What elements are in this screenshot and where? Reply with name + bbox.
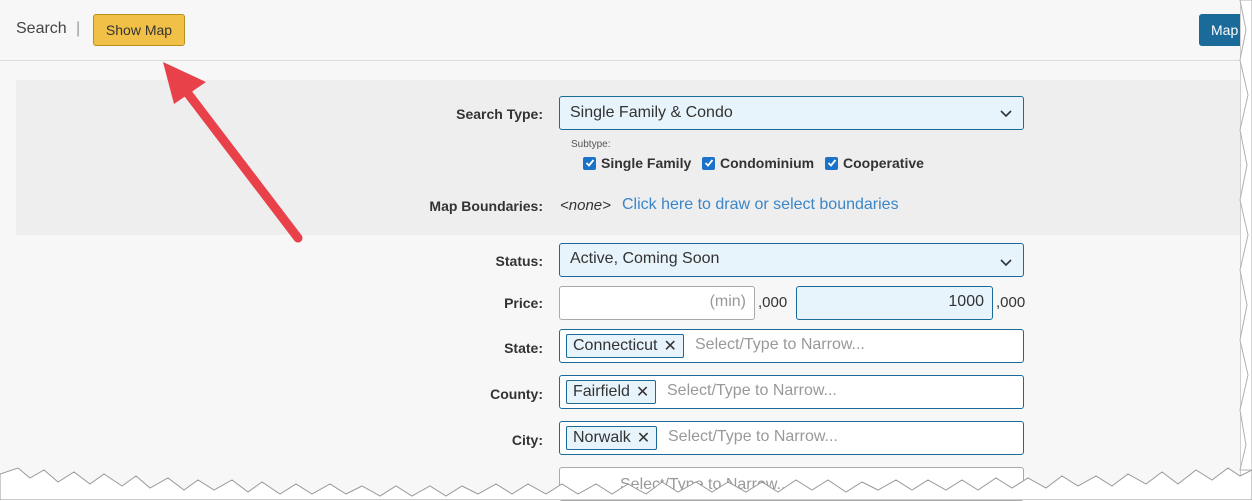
city-placeholder: Select/Type to Narrow... [668, 428, 838, 445]
checkbox-label: Single Family [601, 155, 692, 171]
remove-chip-icon[interactable]: ✕ [637, 428, 650, 448]
chevron-down-icon [1000, 259, 1012, 267]
remove-chip-icon[interactable]: ✕ [636, 382, 649, 402]
state-placeholder: Select/Type to Narrow... [695, 336, 865, 353]
checkbox-single-family[interactable]: Single Family [583, 155, 691, 171]
chip-label: Fairfield [573, 383, 630, 400]
next-placeholder: Select/Type to Narrow... [620, 476, 790, 493]
checkbox-condominium[interactable]: Condominium [702, 155, 814, 171]
map-button[interactable]: Map [1199, 14, 1240, 46]
separator: | [76, 20, 81, 37]
subtype-label: Subtype: [571, 139, 611, 150]
city-multiselect[interactable]: Norwalk ✕ Select/Type to Narrow... [559, 421, 1024, 455]
state-multiselect[interactable]: Connecticut ✕ Select/Type to Narrow... [559, 329, 1024, 363]
checkbox-label: Condominium [720, 155, 815, 171]
search-tab[interactable]: Search [16, 20, 67, 38]
county-chip: Fairfield ✕ [566, 380, 657, 404]
price-min-input[interactable]: (min) [559, 286, 755, 320]
chip-label: Norwalk [573, 429, 631, 446]
chevron-down-icon [1000, 110, 1012, 118]
remove-chip-icon[interactable]: ✕ [664, 336, 677, 356]
map-boundaries-value: <none> [560, 197, 611, 214]
checkbox-label: Cooperative [843, 155, 924, 171]
price-min-placeholder: (min) [709, 293, 746, 310]
checkmark-icon [825, 156, 838, 170]
map-boundaries-label: Map Boundaries: [429, 198, 543, 214]
price-max-unit: ,000 [996, 294, 1026, 311]
price-max-input[interactable]: 1000 [796, 286, 993, 320]
next-multiselect[interactable]: Select/Type to Narrow... [559, 467, 1024, 501]
city-label: City: [511, 432, 543, 448]
chip-label: Connecticut [573, 337, 658, 354]
county-placeholder: Select/Type to Narrow... [667, 382, 837, 399]
search-type-value: Single Family & Condo [570, 104, 733, 121]
price-min-unit: ,000 [758, 294, 788, 311]
search-page: Search | Show Map Map Search Type: Singl… [0, 0, 1241, 501]
search-type-label: Search Type: [456, 106, 543, 122]
draw-boundaries-link[interactable]: Click here to draw or select boundaries [622, 196, 899, 214]
price-max-value: 1000 [948, 293, 984, 310]
state-chip: Connecticut ✕ [566, 334, 684, 358]
price-label: Price: [504, 295, 543, 311]
top-bar: Search | Show Map Map [0, 0, 1240, 61]
checkmark-icon [702, 156, 715, 170]
show-map-button[interactable]: Show Map [93, 14, 185, 46]
county-label: County: [490, 386, 543, 402]
checkbox-cooperative[interactable]: Cooperative [825, 155, 924, 171]
city-chip: Norwalk ✕ [566, 426, 658, 450]
checkmark-icon [583, 156, 596, 170]
status-select[interactable]: Active, Coming Soon [559, 243, 1024, 277]
search-type-select[interactable]: Single Family & Condo [559, 96, 1024, 130]
status-value: Active, Coming Soon [570, 250, 720, 267]
status-label: Status: [495, 253, 543, 269]
county-multiselect[interactable]: Fairfield ✕ Select/Type to Narrow... [559, 375, 1024, 409]
state-label: State: [504, 340, 543, 356]
